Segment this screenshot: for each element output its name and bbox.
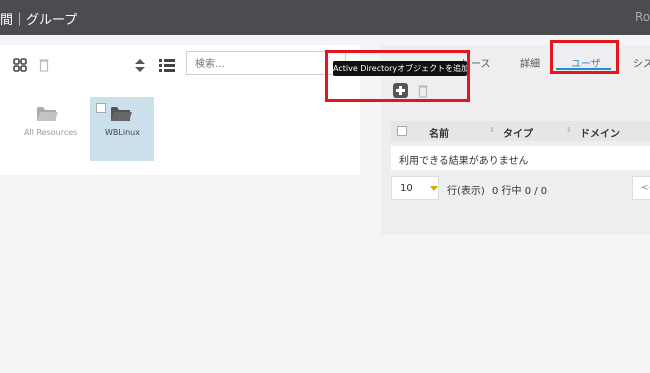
- column-domain[interactable]: ドメイン: [580, 125, 620, 140]
- column-name[interactable]: 名前: [429, 125, 449, 140]
- sort-icon: ⇕: [489, 126, 495, 134]
- trash-icon[interactable]: [39, 58, 49, 72]
- range-text: 0 行中 0 / 0: [492, 186, 548, 197]
- highlight-box-users-tab: [550, 40, 619, 74]
- highlight-box-add: [325, 50, 470, 102]
- page-size-select[interactable]: 10: [391, 176, 439, 200]
- sort-icon: ⇕: [566, 126, 572, 134]
- grid-view-icon[interactable]: [13, 58, 27, 72]
- folder-icon: [111, 107, 132, 121]
- tile-checkbox[interactable]: [96, 103, 106, 113]
- table-header: 名前 ⇕ タイプ ⇕ ドメイン: [391, 121, 650, 141]
- tile-wblinux[interactable]: WBLinux: [90, 97, 154, 161]
- previous-page-button[interactable]: <<: [632, 176, 650, 200]
- column-type[interactable]: タイプ: [503, 125, 533, 140]
- chevron-down-icon: [430, 186, 438, 191]
- folder-icon: [37, 107, 58, 121]
- top-bar: 間｜グループ Ro: [0, 0, 650, 35]
- list-view-icon[interactable]: [159, 59, 175, 72]
- empty-message: 利用できる結果がありません: [399, 156, 529, 167]
- tab-system[interactable]: シス: [633, 55, 650, 70]
- select-all-checkbox[interactable]: [397, 126, 407, 136]
- search-field[interactable]: [186, 51, 346, 75]
- tab-details[interactable]: 詳細: [520, 55, 540, 70]
- search-input[interactable]: [187, 54, 335, 75]
- page-size-value: 10: [400, 183, 413, 194]
- rows-label: 行(表示): [447, 186, 485, 197]
- tile-label: All Resources: [24, 128, 78, 137]
- tile-all-resources[interactable]: All Resources: [16, 97, 80, 161]
- page-title: 間｜グループ: [0, 13, 78, 28]
- sort-icon[interactable]: [135, 59, 145, 72]
- empty-row: 利用できる結果がありません: [391, 146, 650, 170]
- user-menu[interactable]: Ro: [635, 10, 650, 24]
- previous-page-label: <<: [641, 183, 650, 193]
- tile-label: WBLinux: [105, 128, 140, 137]
